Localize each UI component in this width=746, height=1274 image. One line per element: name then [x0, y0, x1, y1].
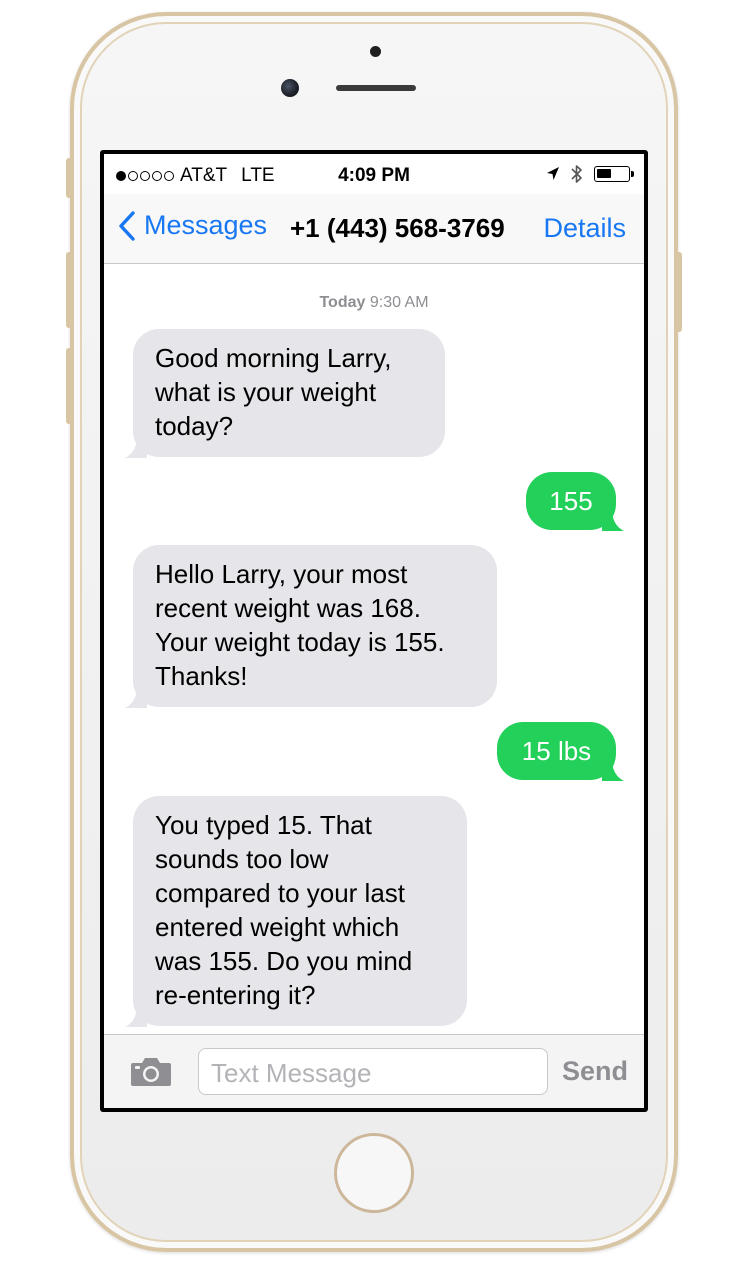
- volume-down-button: [66, 348, 72, 424]
- location-arrow-icon: [547, 167, 559, 180]
- front-camera: [281, 79, 299, 97]
- battery-icon: [594, 166, 634, 182]
- power-button: [676, 252, 682, 332]
- back-button[interactable]: Messages: [118, 210, 267, 241]
- message-line: 15 lbs: [521, 736, 592, 766]
- message-line: re-entering it?: [155, 980, 316, 1010]
- timestamp-day: Today: [319, 294, 366, 311]
- navigation-bar: Messages +1 (443) 568-3769 Details: [104, 194, 644, 264]
- battery-nub: [631, 171, 634, 177]
- message-input-bar: Text Message Send: [104, 1034, 644, 1108]
- outgoing-message-bubble: 155: [526, 472, 624, 531]
- message-line: sounds too low: [155, 844, 329, 874]
- text-message-input[interactable]: Text Message: [198, 1048, 548, 1095]
- bubble-tail: [125, 436, 147, 458]
- bubble-tail: [602, 759, 624, 781]
- message-line: today?: [155, 411, 234, 441]
- home-button[interactable]: [334, 1133, 414, 1213]
- message-line: Good morning Larry,: [155, 343, 392, 373]
- mute-switch: [66, 158, 72, 198]
- volume-up-button: [66, 252, 72, 328]
- incoming-message-bubble: Good morning Larry, what is your weight …: [125, 329, 445, 458]
- incoming-message-bubble: Hello Larry, your most recent weight was…: [125, 545, 497, 708]
- status-bar: AT&T LTE 4:09 PM: [104, 154, 644, 194]
- message-line: Hello Larry, your most: [155, 559, 408, 589]
- phone-screen: AT&T LTE 4:09 PM Messages +1 (443) 568-3…: [100, 150, 648, 1112]
- status-right: [546, 164, 634, 184]
- chevron-left-icon: [119, 210, 135, 241]
- message-line: You typed 15. That: [155, 810, 372, 840]
- bubble-tail: [602, 509, 624, 531]
- bubble-tail: [125, 686, 147, 708]
- message-line: compared to your last: [155, 878, 406, 908]
- message-line: 155: [549, 486, 593, 516]
- message-line: was 155. Do you mind: [155, 946, 413, 976]
- message-line: what is your weight: [155, 377, 377, 407]
- message-line: recent weight was 168.: [155, 593, 421, 623]
- back-button-label: Messages: [144, 210, 268, 240]
- contact-phone-number: +1 (443) 568-3769: [290, 213, 505, 243]
- message-line: entered weight which: [155, 912, 400, 942]
- bluetooth-icon: [571, 165, 582, 183]
- message-line: Your weight today is 155.: [155, 627, 445, 657]
- conversation-thread[interactable]: Today 9:30 AM Good morning Larry, what i…: [104, 264, 644, 1034]
- incoming-message-bubble: You typed 15. That sounds too low compar…: [125, 796, 467, 1027]
- outgoing-message-bubble: 15 lbs: [497, 722, 624, 781]
- messages-app: AT&T LTE 4:09 PM Messages +1 (443) 568-3…: [104, 154, 644, 1108]
- message-line: Thanks!: [155, 661, 248, 691]
- bubble-tail: [125, 1005, 147, 1027]
- conversation-timestamp: Today 9:30 AM: [104, 294, 644, 312]
- timestamp-time: 9:30 AM: [369, 294, 429, 311]
- proximity-sensor: [370, 46, 381, 57]
- earpiece-speaker: [336, 85, 416, 91]
- send-button[interactable]: Send: [562, 1056, 628, 1087]
- battery-level: [597, 169, 611, 178]
- details-button[interactable]: Details: [543, 213, 626, 244]
- camera-icon[interactable]: [130, 1055, 172, 1087]
